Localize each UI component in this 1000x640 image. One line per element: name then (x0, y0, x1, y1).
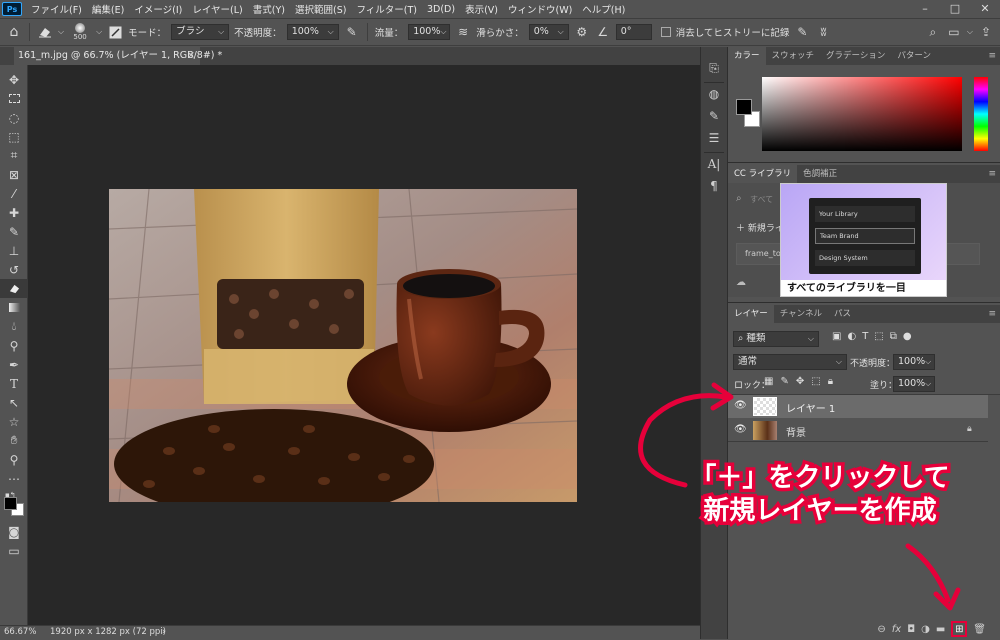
annotation-line-1: 「＋」をクリックして (687, 460, 953, 497)
annotation-arrow-to-button (905, 543, 951, 603)
annotation-line-2: 新規レイヤーを作成 (700, 493, 940, 530)
annotation-text: 「＋」をクリックして 新規レイヤーを作成 (645, 460, 995, 530)
annotation-arrows (638, 382, 961, 611)
